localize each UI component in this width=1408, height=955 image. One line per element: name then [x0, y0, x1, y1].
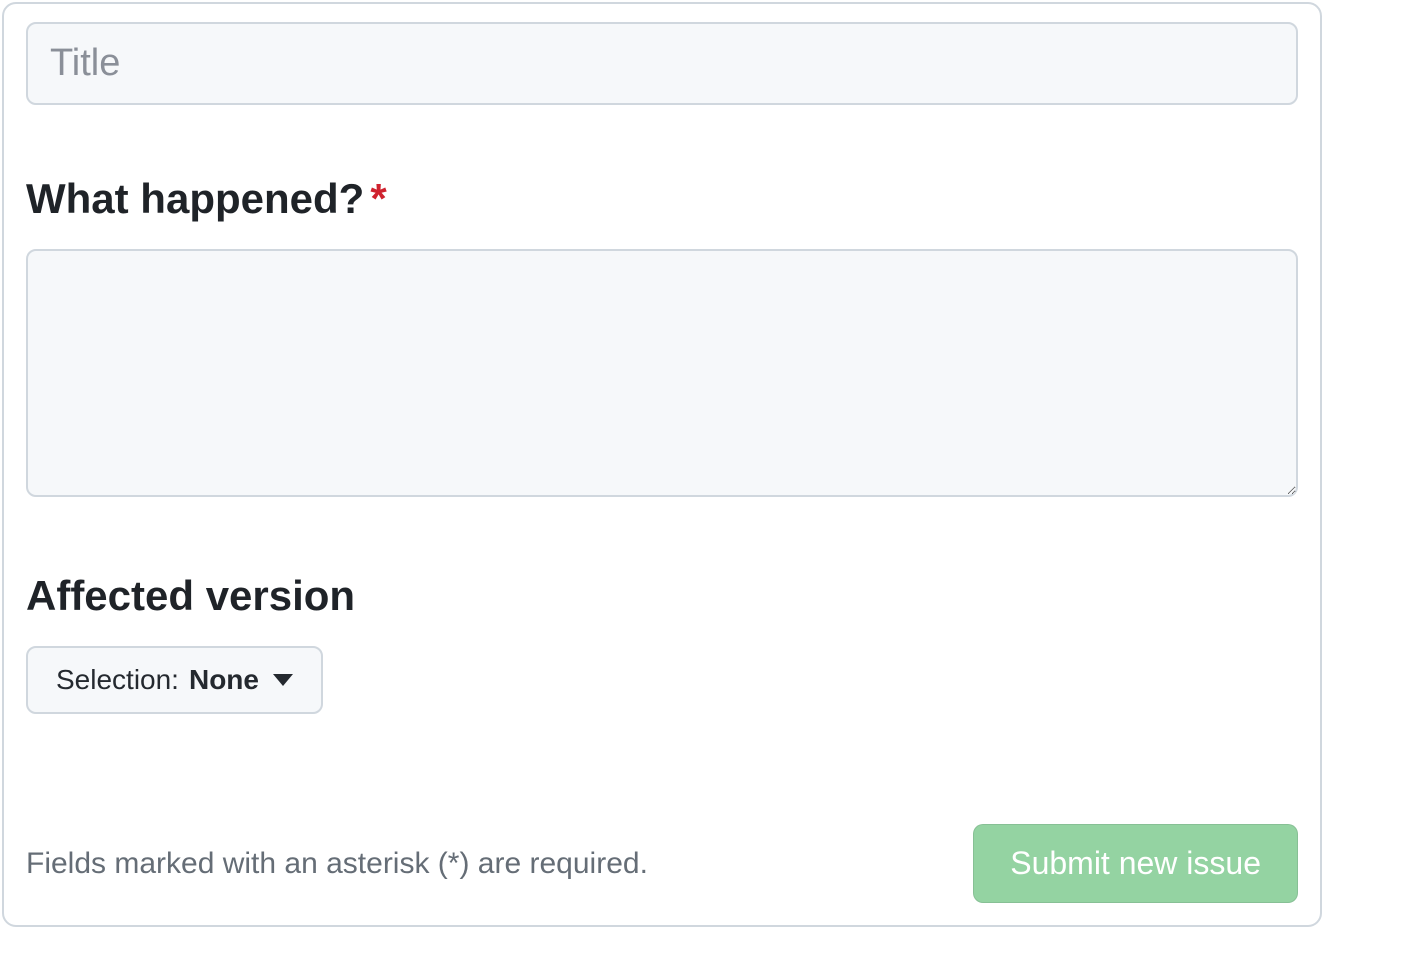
- issue-form: What happened?* Affected version Selecti…: [2, 2, 1322, 927]
- required-fields-note: Fields marked with an asterisk (*) are r…: [26, 847, 648, 881]
- required-asterisk: *: [370, 175, 386, 222]
- submit-new-issue-button[interactable]: Submit new issue: [973, 824, 1298, 903]
- what-happened-textarea[interactable]: [26, 249, 1298, 497]
- affected-version-section: Affected version Selection: None: [26, 572, 1298, 714]
- title-input[interactable]: [26, 22, 1298, 105]
- caret-down-icon: [273, 674, 293, 686]
- form-footer: Fields marked with an asterisk (*) are r…: [26, 824, 1298, 903]
- what-happened-label: What happened?: [26, 175, 364, 223]
- what-happened-section: What happened?*: [26, 175, 1298, 502]
- selection-value: None: [189, 664, 259, 696]
- affected-version-dropdown[interactable]: Selection: None: [26, 646, 323, 714]
- affected-version-label: Affected version: [26, 572, 355, 620]
- selection-prefix: Selection:: [56, 664, 179, 696]
